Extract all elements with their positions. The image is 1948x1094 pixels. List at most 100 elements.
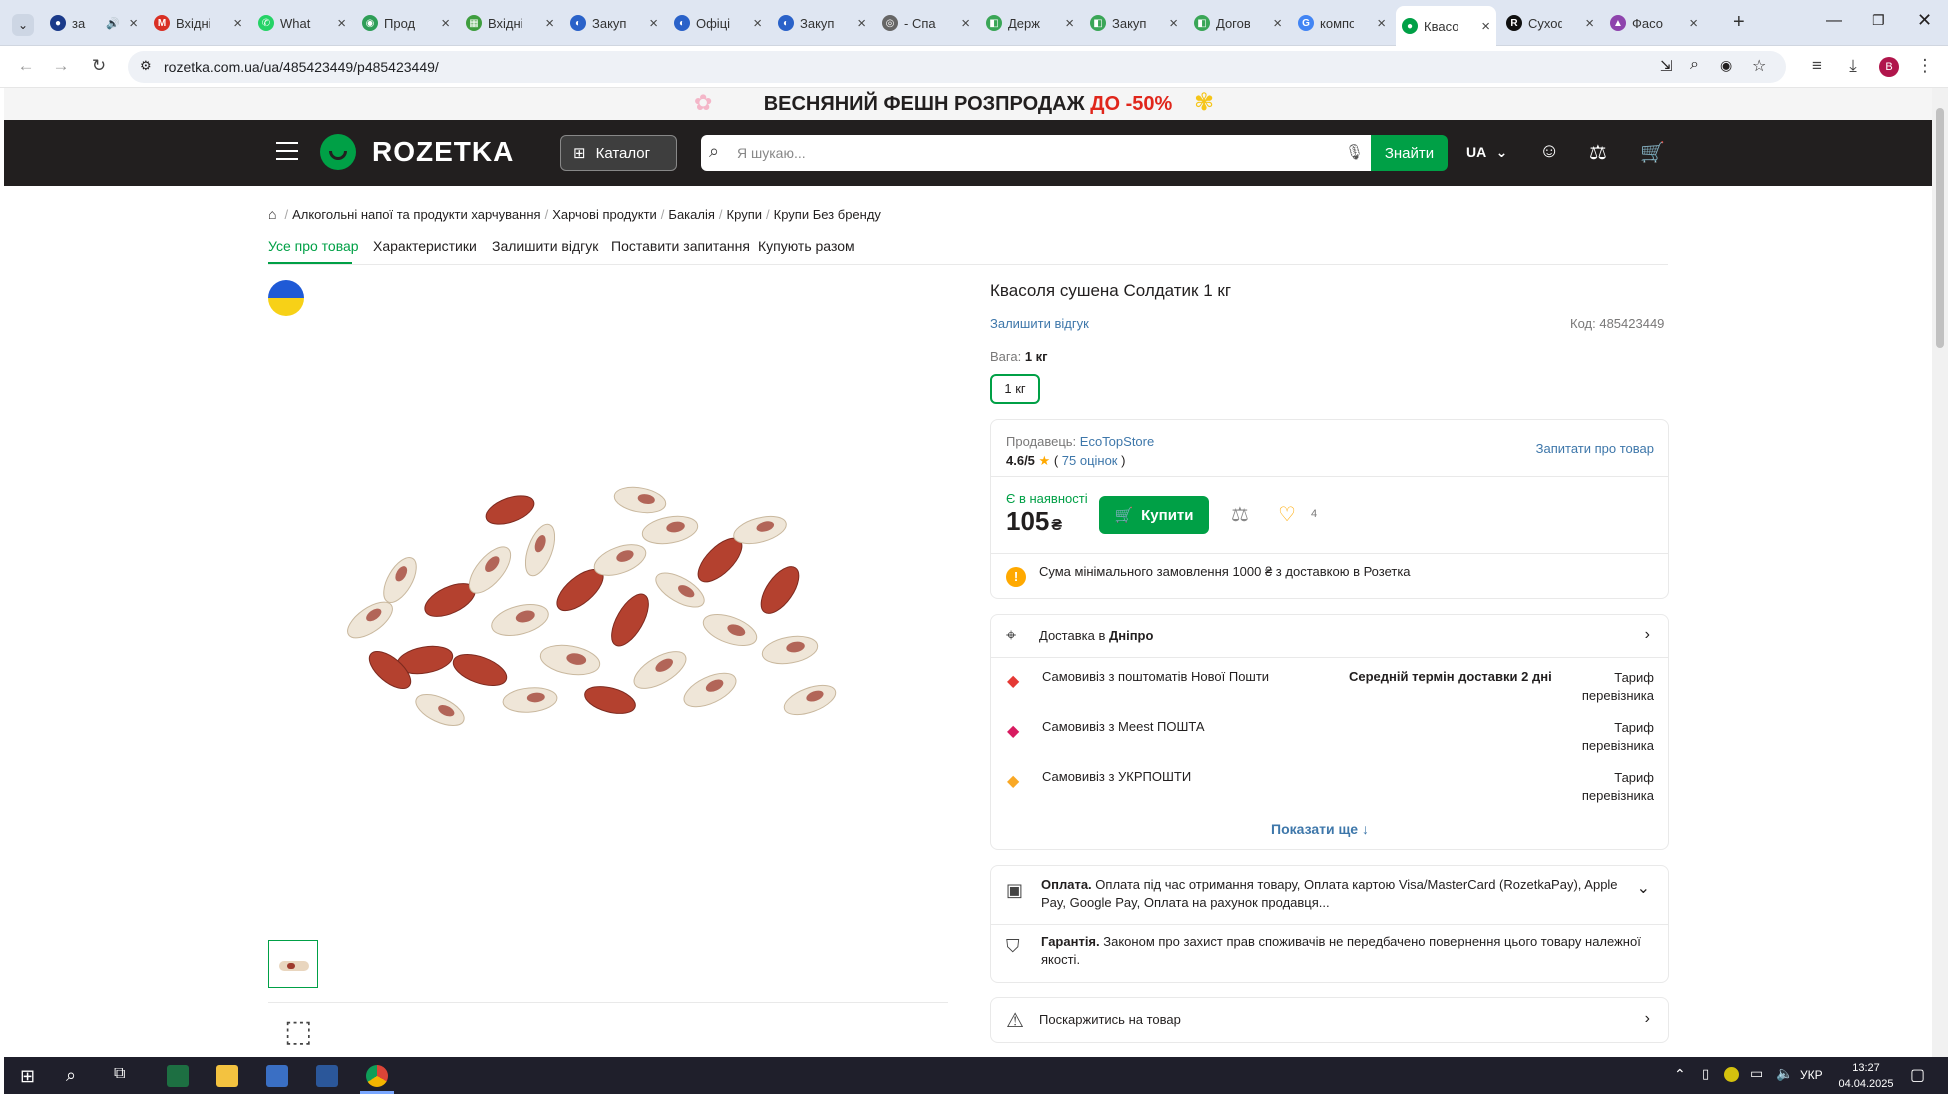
- browser-tab[interactable]: ● Квасо ×: [1396, 6, 1496, 46]
- tray-app-icon[interactable]: [1724, 1067, 1739, 1082]
- search-input[interactable]: ⌕ Я шукаю... 🎙: [701, 135, 1371, 171]
- tab-close-icon[interactable]: ×: [1481, 18, 1490, 35]
- tab-close-icon[interactable]: ×: [1689, 15, 1698, 32]
- buy-button[interactable]: 🛒 Купити: [1099, 496, 1209, 534]
- tab-product-section[interactable]: Поставити запитання: [611, 238, 750, 254]
- tab-close-icon[interactable]: ×: [337, 15, 346, 32]
- browser-tab[interactable]: ● за 🔊 ×: [44, 8, 144, 38]
- reviews-link[interactable]: 75 оцінок: [1062, 453, 1118, 468]
- hamburger-menu-icon[interactable]: [276, 142, 298, 160]
- tab-product-section[interactable]: Залишити відгук: [492, 238, 598, 254]
- scroll-thumb[interactable]: [1936, 108, 1944, 348]
- browser-tab[interactable]: ◐ Закуп ×: [564, 8, 664, 38]
- restore-icon[interactable]: ❐: [1872, 12, 1885, 29]
- download-icon[interactable]: ⤓: [1842, 56, 1864, 76]
- tab-search-button[interactable]: ⌄: [12, 14, 34, 36]
- file-explorer-icon[interactable]: [216, 1065, 238, 1087]
- clock[interactable]: 13:27 04.04.2025: [1836, 1060, 1896, 1092]
- input-language[interactable]: УКР: [1800, 1068, 1823, 1082]
- tab-close-icon[interactable]: ×: [649, 15, 658, 32]
- browser-tab[interactable]: ▦ Вхідні ×: [460, 8, 560, 38]
- tray-chevron-icon[interactable]: ⌃: [1674, 1066, 1686, 1083]
- tab-close-icon[interactable]: ×: [753, 15, 762, 32]
- new-tab-button[interactable]: +: [1733, 11, 1745, 34]
- browser-tab[interactable]: ◉ Прод ×: [356, 8, 456, 38]
- search-button[interactable]: Знайти: [1371, 135, 1448, 171]
- compare-icon[interactable]: ⚖: [1589, 140, 1607, 165]
- word-icon[interactable]: [316, 1065, 338, 1087]
- payment-info[interactable]: Оплата. Оплата під час отримання товару,…: [1041, 876, 1621, 912]
- browser-tab[interactable]: ◐ Офіці ×: [668, 8, 768, 38]
- browser-tab[interactable]: ◎ - Спа ×: [876, 8, 976, 38]
- tab-close-icon[interactable]: ×: [1585, 15, 1594, 32]
- tab-product-section[interactable]: Характеристики: [373, 238, 477, 254]
- zoom-icon[interactable]: ⌕: [1690, 56, 1699, 74]
- browser-tab[interactable]: ◐ Закуп ×: [772, 8, 872, 38]
- complain-button[interactable]: ⚠ Поскаржитись на товар ›: [990, 997, 1669, 1043]
- tab-close-icon[interactable]: ×: [1169, 15, 1178, 32]
- tab-close-icon[interactable]: ×: [1377, 15, 1386, 32]
- page-scrollbar[interactable]: [1932, 88, 1948, 1057]
- tab-close-icon[interactable]: ×: [1273, 15, 1282, 32]
- ask-about-product-link[interactable]: Запитати про товар: [1536, 441, 1654, 456]
- excel-icon[interactable]: [167, 1065, 189, 1087]
- chevron-down-icon[interactable]: ⌄: [1637, 878, 1650, 898]
- tab-product-section[interactable]: Усе про товар: [268, 238, 359, 254]
- browser-tab[interactable]: M Вхідні ×: [148, 8, 248, 38]
- browser-tab[interactable]: Gкомпо ×: [1292, 8, 1392, 38]
- bookmark-star-icon[interactable]: ☆: [1752, 56, 1766, 76]
- thumbnail[interactable]: [268, 940, 318, 988]
- tab-close-icon[interactable]: ×: [961, 15, 970, 32]
- browser-tab[interactable]: ▲ Фасо ×: [1604, 8, 1704, 38]
- chrome-icon[interactable]: [366, 1065, 388, 1087]
- delivery-option[interactable]: ◆ Самовивіз з УКРПОШТИ Тариф перевізника: [991, 769, 1668, 813]
- weight-option-button[interactable]: 1 кг: [990, 374, 1040, 404]
- browser-tab[interactable]: ◧ Закуп ×: [1084, 8, 1184, 38]
- url-text[interactable]: rozetka.com.ua/ua/485423449/p485423449/: [164, 59, 439, 75]
- delivery-option[interactable]: ◆ Самовивіз з поштоматів Нової Пошти Серед…: [991, 669, 1668, 713]
- forward-icon[interactable]: →: [50, 56, 72, 76]
- profile-avatar[interactable]: B: [1879, 57, 1899, 77]
- wishlist-heart-icon[interactable]: ♡: [1278, 502, 1296, 527]
- show-more-link[interactable]: Показати ще ↓: [1271, 821, 1369, 837]
- language-select[interactable]: UA ⌄: [1466, 144, 1507, 161]
- address-bar[interactable]: ⚙ rozetka.com.ua/ua/485423449/p485423449…: [128, 51, 1786, 83]
- breadcrumb-link[interactable]: Харчові продукти: [552, 207, 657, 222]
- cart-icon[interactable]: 🛒: [1640, 140, 1665, 165]
- site-info-icon[interactable]: ⚙: [140, 58, 152, 74]
- browser-tab[interactable]: R Сухоф ×: [1500, 8, 1600, 38]
- network-icon[interactable]: ▭: [1750, 1065, 1763, 1082]
- leave-review-link[interactable]: Залишити відгук: [990, 316, 1089, 331]
- task-view-icon[interactable]: ⧉: [114, 1065, 125, 1083]
- media-control-icon[interactable]: ≡: [1806, 56, 1828, 76]
- browser-tab[interactable]: ◧ Догов ×: [1188, 8, 1288, 38]
- browser-tab[interactable]: ◧ Держ ×: [980, 8, 1080, 38]
- promo-banner[interactable]: ✿ ВЕСНЯНИЙ ФЕШН РОЗПРОДАЖ ДО -50% ✾: [4, 88, 1932, 120]
- breadcrumb-link[interactable]: Крупи Без бренду: [774, 207, 881, 222]
- tab-close-icon[interactable]: ×: [233, 15, 242, 32]
- tab-audio-icon[interactable]: 🔊: [106, 17, 120, 30]
- usb-icon[interactable]: ▯: [1702, 1066, 1709, 1082]
- breadcrumb-link[interactable]: Крупи: [727, 207, 762, 222]
- back-icon[interactable]: ←: [15, 56, 37, 76]
- search-icon[interactable]: ⌕: [66, 1065, 76, 1086]
- tab-close-icon[interactable]: ×: [545, 15, 554, 32]
- tracking-eye-icon[interactable]: ◉: [1720, 57, 1732, 74]
- browser-menu-icon[interactable]: ⋮: [1914, 56, 1936, 76]
- reload-icon[interactable]: ↻: [88, 56, 110, 76]
- product-image[interactable]: [330, 470, 860, 750]
- tab-close-icon[interactable]: ×: [441, 15, 450, 32]
- tab-close-icon[interactable]: ×: [857, 15, 866, 32]
- install-app-icon[interactable]: ⇲: [1660, 57, 1673, 75]
- catalog-button[interactable]: ⊞ Каталог: [560, 135, 677, 171]
- logo[interactable]: ROZETKA: [320, 134, 514, 170]
- volume-icon[interactable]: 🔈: [1776, 1065, 1793, 1082]
- tab-product-section[interactable]: Купують разом: [758, 238, 855, 254]
- save-app-icon[interactable]: [266, 1065, 288, 1087]
- microphone-icon[interactable]: 🎙: [1345, 143, 1364, 161]
- tab-close-icon[interactable]: ×: [129, 15, 138, 32]
- delivery-option[interactable]: ◆ Самовивіз з Meest ПОШТА Тариф перевізник…: [991, 719, 1668, 763]
- breadcrumb-link[interactable]: Алкогольні напої та продукти харчування: [292, 207, 540, 222]
- compare-icon[interactable]: ⚖: [1231, 502, 1249, 527]
- minimize-icon[interactable]: —: [1826, 12, 1842, 30]
